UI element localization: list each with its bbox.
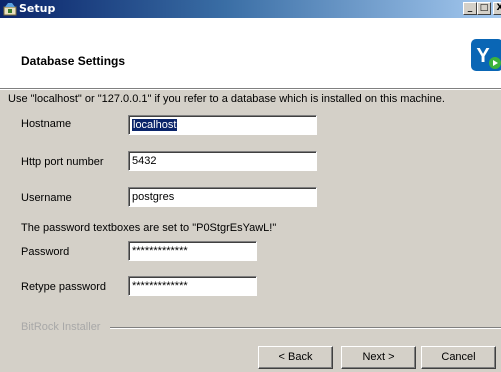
setup-window: Setup _ □ X Database Settings Y Use "loc…: [0, 0, 501, 372]
hostname-input[interactable]: localhost: [128, 115, 317, 135]
installer-logo: Y: [471, 39, 501, 71]
password-note: The password textboxes are set to "P0Stg…: [21, 222, 277, 234]
close-button[interactable]: X: [493, 2, 501, 15]
back-button[interactable]: < Back: [258, 346, 333, 369]
footer-divider-highlight: [110, 328, 501, 329]
hostname-label: Hostname: [21, 118, 72, 130]
retype-password-input[interactable]: *************: [128, 276, 257, 296]
password-input[interactable]: *************: [128, 241, 257, 261]
bitrock-installer-label: BitRock Installer: [21, 321, 101, 333]
http-port-input[interactable]: 5432: [128, 151, 317, 171]
header-panel: Database Settings Y: [0, 18, 501, 88]
logo-letter: Y: [476, 45, 490, 67]
hostname-value: localhost: [132, 119, 178, 131]
retype-password-label: Retype password: [21, 281, 106, 293]
http-port-label: Http port number: [21, 156, 104, 168]
header-divider-highlight: [0, 89, 501, 90]
window-title: Setup: [19, 2, 56, 15]
title-bar[interactable]: Setup _ □ X: [0, 0, 501, 18]
cancel-button[interactable]: Cancel: [421, 346, 496, 369]
maximize-button[interactable]: □: [477, 2, 491, 15]
username-input[interactable]: postgres: [128, 187, 317, 207]
username-label: Username: [21, 192, 72, 204]
minimize-button[interactable]: _: [463, 2, 477, 15]
page-title: Database Settings: [21, 54, 126, 68]
info-text: Use "localhost" or "127.0.0.1" if you re…: [8, 93, 445, 105]
password-label: Password: [21, 246, 70, 258]
next-button[interactable]: Next >: [341, 346, 416, 369]
setup-app-icon: [3, 3, 17, 16]
